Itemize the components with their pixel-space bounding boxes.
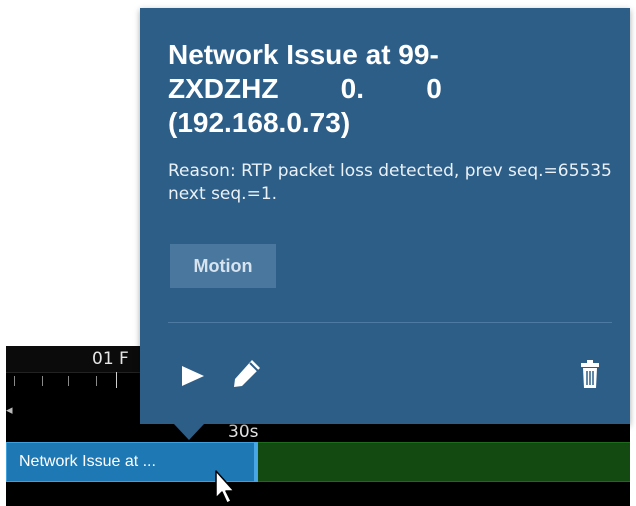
popover-divider — [168, 322, 612, 323]
mouse-cursor-icon — [215, 470, 235, 504]
ruler-tick — [14, 376, 15, 386]
timeline-events-row: Network Issue at ... — [6, 442, 630, 486]
timeline-left-arrow-icon[interactable]: ◂ — [6, 404, 13, 417]
popover-title-line: ZXDZHZ 0. 0 — [168, 73, 442, 104]
ruler-tick — [96, 376, 97, 386]
screen: 01 F ◂ 30s Network Issue at ... Network … — [0, 0, 636, 506]
popover-arrow — [174, 424, 204, 440]
pencil-icon — [234, 360, 260, 387]
ruler-tick — [68, 376, 69, 386]
trash-icon — [581, 360, 599, 388]
timeline-event-label: Network Issue at ... — [19, 453, 156, 470]
motion-tag[interactable]: Motion — [170, 244, 276, 288]
popover-title: Network Issue at 99- ZXDZHZ 0. 0 (192.16… — [168, 38, 608, 140]
timeline-motion-block[interactable] — [258, 442, 630, 482]
play-icon — [182, 366, 204, 386]
edit-button[interactable] — [228, 354, 268, 394]
popover-title-line: Network Issue at 99- — [168, 39, 439, 70]
event-popover: Network Issue at 99- ZXDZHZ 0. 0 (192.16… — [140, 8, 630, 424]
play-button[interactable] — [176, 356, 216, 396]
popover-title-line: (192.168.0.73) — [168, 107, 351, 138]
ruler-tick — [42, 376, 43, 386]
delete-button[interactable] — [572, 356, 612, 396]
popover-reason: Reason: RTP packet loss detected, prev s… — [168, 161, 612, 204]
timeline-date-label: 01 F — [92, 349, 129, 369]
timeline-time-label: 30s — [228, 422, 259, 442]
ruler-tick — [116, 372, 117, 388]
